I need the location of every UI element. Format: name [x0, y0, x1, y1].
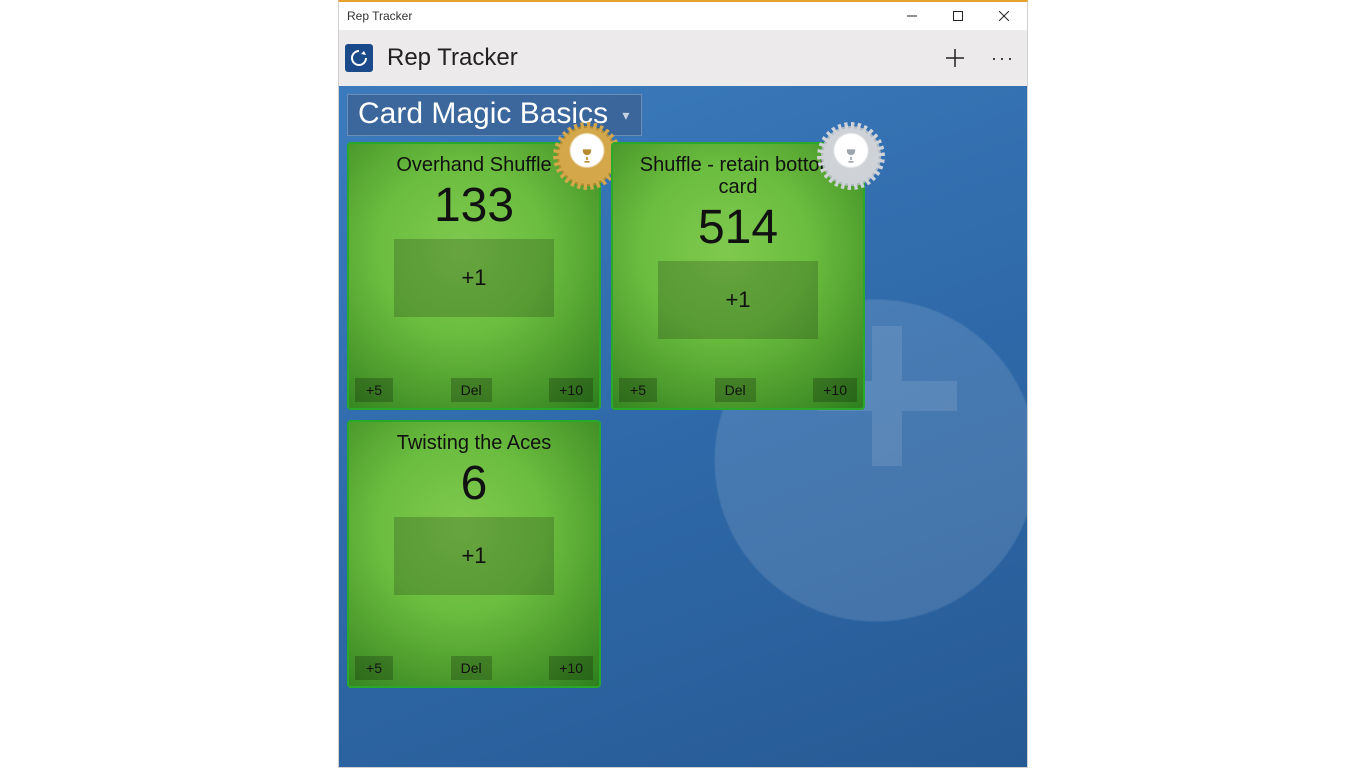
card-title: Overhand Shuffle — [386, 154, 561, 176]
delete-button[interactable]: Del — [715, 378, 756, 402]
plus-one-button[interactable]: +1 — [658, 261, 818, 339]
close-icon — [999, 11, 1009, 21]
plus-five-button[interactable]: +5 — [355, 378, 393, 402]
maximize-icon — [953, 11, 963, 21]
plus-five-button[interactable]: +5 — [355, 656, 393, 680]
close-button[interactable] — [981, 2, 1027, 30]
plus-icon — [945, 48, 965, 68]
rep-card[interactable]: Shuffle - retain bottom card 514 +1 +5 D… — [611, 142, 865, 410]
add-button[interactable] — [931, 34, 979, 82]
refresh-icon — [349, 48, 369, 68]
plus-one-button[interactable]: +1 — [394, 239, 554, 317]
app-name: Rep Tracker — [387, 44, 518, 72]
window-titlebar: Rep Tracker — [339, 2, 1027, 30]
card-title: Twisting the Aces — [387, 432, 562, 454]
plus-ten-button[interactable]: +10 — [549, 378, 593, 402]
app-toolbar: Rep Tracker ··· — [339, 30, 1027, 86]
ellipsis-icon: ··· — [991, 48, 1015, 69]
chevron-down-icon: ▾ — [622, 107, 629, 123]
card-action-row: +5 Del +10 — [355, 378, 593, 402]
delete-button[interactable]: Del — [451, 656, 492, 680]
plus-ten-button[interactable]: +10 — [813, 378, 857, 402]
rep-card[interactable]: Twisting the Aces 6 +1 +5 Del +10 — [347, 420, 601, 688]
achievement-badge-silver — [823, 128, 879, 184]
minimize-button[interactable] — [889, 2, 935, 30]
rep-card[interactable]: Overhand Shuffle 133 +1 +5 Del +10 — [347, 142, 601, 410]
plus-ten-button[interactable]: +10 — [549, 656, 593, 680]
more-button[interactable]: ··· — [979, 34, 1027, 82]
maximize-button[interactable] — [935, 2, 981, 30]
card-count: 6 — [461, 456, 488, 511]
app-logo — [345, 44, 373, 72]
minimize-icon — [907, 11, 917, 21]
card-count: 133 — [434, 178, 514, 233]
delete-button[interactable]: Del — [451, 378, 492, 402]
card-action-row: +5 Del +10 — [619, 378, 857, 402]
plus-one-button[interactable]: +1 — [394, 517, 554, 595]
plus-five-button[interactable]: +5 — [619, 378, 657, 402]
card-count: 514 — [698, 200, 778, 255]
app-window: Rep Tracker Rep Tracker ··· C — [338, 0, 1028, 768]
content-area: Card Magic Basics ▾ Overhand Shuffle 133… — [339, 86, 1027, 767]
card-grid: Overhand Shuffle 133 +1 +5 Del +10 Shuff… — [347, 142, 1019, 688]
card-action-row: +5 Del +10 — [355, 656, 593, 680]
window-title: Rep Tracker — [339, 9, 412, 23]
achievement-badge-gold — [559, 128, 615, 184]
